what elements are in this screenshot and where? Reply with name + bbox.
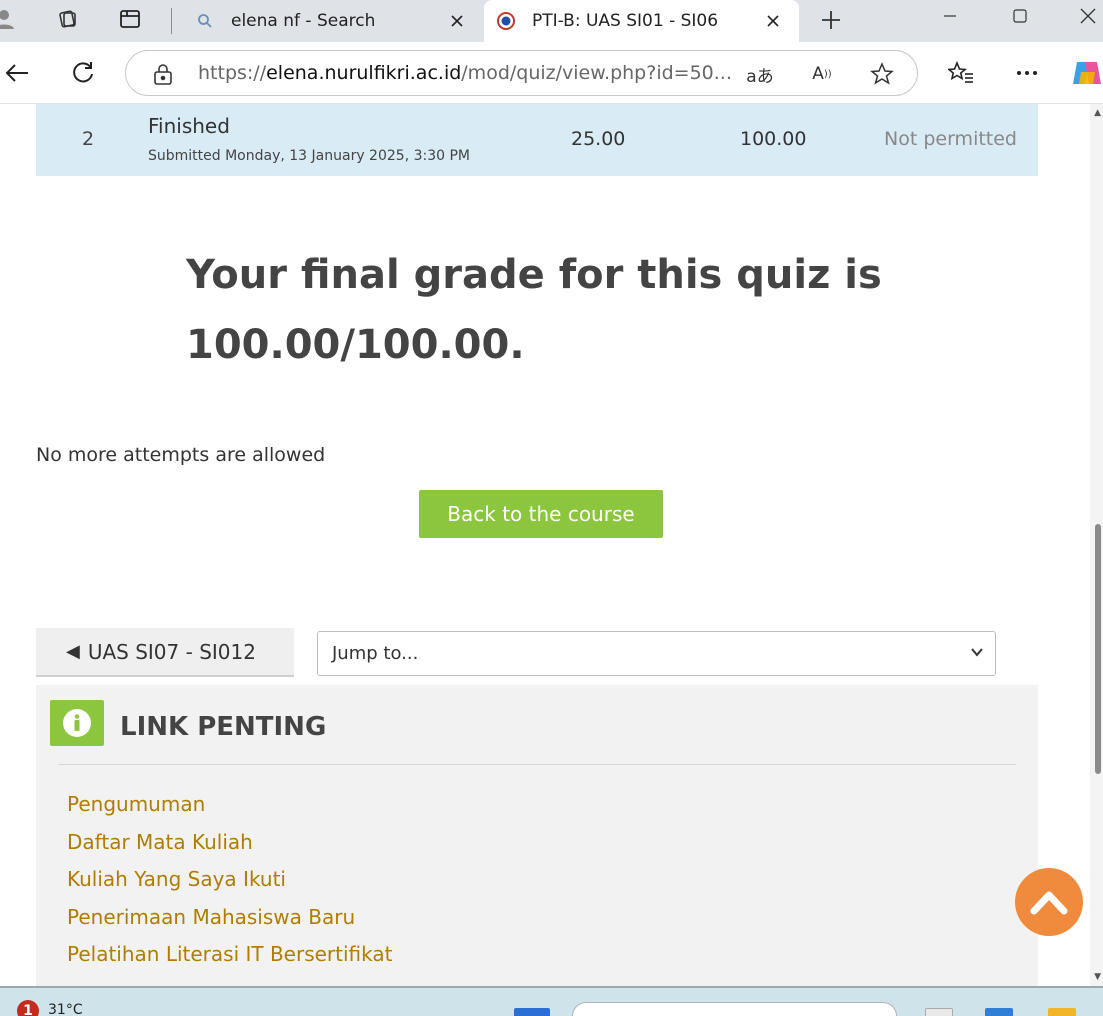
scrollbar-thumb[interactable]: [1095, 524, 1101, 774]
back-icon[interactable]: [0, 56, 34, 90]
minimize-button[interactable]: [930, 2, 970, 30]
tab-search[interactable]: elena nf - Search: [183, 0, 483, 42]
taskbar-app-icon[interactable]: [925, 1008, 953, 1016]
workspaces-icon[interactable]: [51, 5, 83, 33]
attempt-marks: 25.00: [571, 128, 626, 150]
link-penting-block: LINK PENTING Pengumuman Daftar Mata Kuli…: [36, 685, 1038, 986]
favorites-icon[interactable]: [944, 56, 978, 90]
copilot-icon[interactable]: [1070, 56, 1103, 90]
favorite-star-icon[interactable]: [868, 62, 896, 86]
final-grade-heading: Your final grade for this quiz is 100.00…: [186, 252, 882, 368]
site-logo-icon: [496, 11, 516, 31]
info-icon: [50, 700, 104, 746]
block-link-list: Pengumuman Daftar Mata Kuliah Kuliah Yan…: [67, 786, 392, 974]
link-kuliah-yang-saya-ikuti[interactable]: Kuliah Yang Saya Ikuti: [67, 861, 392, 899]
new-tab-button[interactable]: [815, 6, 847, 34]
jump-to-value: Jump to...: [332, 643, 419, 664]
tab-strip: elena nf - Search PTI-B: UAS SI01 - SI06: [0, 0, 1103, 42]
attempt-state: Finished: [148, 114, 230, 138]
url-host: elena.nurulfikri.ac.id: [266, 62, 462, 84]
weather-alert-badge[interactable]: 1: [17, 1000, 39, 1016]
weather-temperature[interactable]: 31°C: [48, 1002, 83, 1016]
start-button[interactable]: [514, 1008, 550, 1016]
attempt-number: 2: [82, 128, 95, 150]
lock-icon[interactable]: [152, 62, 174, 90]
taskbar-edge-icon[interactable]: [985, 1008, 1013, 1016]
attempt-review: Not permitted: [884, 128, 1017, 150]
tab-actions-icon[interactable]: [114, 5, 146, 33]
taskbar-search-box[interactable]: [572, 1002, 897, 1016]
previous-activity-link[interactable]: ◀ UAS SI07 - SI012: [36, 628, 294, 677]
chevron-down-icon: [969, 644, 985, 665]
attempt-row: 2 Finished Submitted Monday, 13 January …: [36, 104, 1038, 176]
previous-activity-label: UAS SI07 - SI012: [87, 639, 256, 664]
url-path: /mod/quiz/view.php?id=50...: [461, 62, 732, 84]
read-aloud-label: A: [812, 64, 824, 84]
taskbar: 1 31°C: [0, 986, 1103, 1016]
page-content: 2 Finished Submitted Monday, 13 January …: [0, 104, 1090, 986]
link-pelatihan-literasi-it[interactable]: Pelatihan Literasi IT Bersertifikat: [67, 936, 392, 974]
block-title: LINK PENTING: [120, 712, 327, 742]
url-prefix: https://: [198, 62, 267, 84]
attempt-grade: 100.00: [740, 128, 807, 150]
back-to-course-button[interactable]: Back to the course: [419, 490, 663, 538]
close-icon[interactable]: [761, 9, 785, 33]
tab-separator: [171, 8, 172, 34]
scroll-down-icon[interactable]: ▼: [1094, 972, 1101, 982]
tab-quiz[interactable]: PTI-B: UAS SI01 - SI06: [484, 0, 799, 42]
maximize-button[interactable]: [1000, 2, 1040, 30]
attempt-submitted-date: Submitted Monday, 13 January 2025, 3:30 …: [148, 148, 470, 164]
prev-arrow-icon: ◀: [66, 641, 80, 662]
search-icon: [195, 11, 215, 31]
close-icon[interactable]: [445, 9, 469, 33]
block-divider: [58, 764, 1016, 765]
profile-icon[interactable]: [0, 5, 20, 33]
translate-icon[interactable]: aあ: [746, 62, 774, 87]
link-pengumuman[interactable]: Pengumuman: [67, 786, 392, 824]
jump-to-select[interactable]: Jump to...: [317, 631, 996, 676]
tab-title: elena nf - Search: [231, 11, 376, 31]
link-daftar-mata-kuliah[interactable]: Daftar Mata Kuliah: [67, 824, 392, 862]
read-aloud-icon[interactable]: A)): [808, 62, 836, 86]
tab-title: PTI-B: UAS SI01 - SI06: [532, 11, 719, 31]
url-text[interactable]: https://elena.nurulfikri.ac.id/mod/quiz/…: [198, 62, 732, 84]
no-more-attempts-text: No more attempts are allowed: [36, 444, 326, 466]
address-bar[interactable]: https://elena.nurulfikri.ac.id/mod/quiz/…: [125, 50, 918, 96]
refresh-icon[interactable]: [66, 56, 100, 90]
navigation-bar: https://elena.nurulfikri.ac.id/mod/quiz/…: [0, 42, 1103, 104]
more-options-icon[interactable]: [1010, 56, 1044, 90]
scroll-up-icon[interactable]: ▲: [1094, 108, 1101, 118]
scroll-to-top-button[interactable]: [1015, 868, 1083, 936]
link-penerimaan-mahasiswa-baru[interactable]: Penerimaan Mahasiswa Baru: [67, 899, 392, 937]
taskbar-folder-icon[interactable]: [1048, 1008, 1076, 1016]
page-scrollbar[interactable]: ▲ ▼: [1090, 104, 1103, 986]
close-window-button[interactable]: [1068, 2, 1103, 30]
